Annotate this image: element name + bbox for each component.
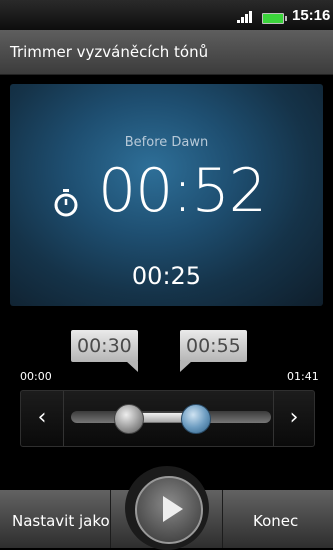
- status-bar: 15:16: [0, 0, 333, 30]
- battery-icon: [262, 13, 287, 24]
- song-title: Before Dawn: [124, 135, 209, 150]
- range-min-label: 00:00: [20, 370, 52, 383]
- page-title: Trimmer vyzváněcích tónů: [10, 43, 209, 61]
- set-as-button[interactable]: Nastavit jako: [12, 512, 110, 530]
- end-handle[interactable]: [181, 404, 211, 434]
- current-time: 00:52: [98, 156, 267, 226]
- signal-bars-icon: [237, 9, 257, 23]
- trim-seekbar: ‹ ›: [20, 390, 315, 447]
- range-max-label: 01:41: [287, 370, 319, 383]
- end-marker[interactable]: 00:55: [180, 330, 247, 372]
- play-button-frame: [125, 466, 209, 550]
- status-clock: 15:16: [292, 7, 331, 24]
- player-panel: Before Dawn 00:52 00:25: [10, 84, 323, 306]
- stopwatch-icon: [54, 189, 78, 217]
- start-handle[interactable]: [114, 404, 144, 434]
- play-icon[interactable]: [135, 476, 203, 544]
- clip-length: 00:25: [131, 262, 202, 290]
- chevron-right-icon[interactable]: ›: [284, 404, 304, 432]
- end-button[interactable]: Konec: [253, 512, 298, 530]
- chevron-left-icon[interactable]: ‹: [32, 404, 52, 432]
- start-marker[interactable]: 00:30: [71, 330, 138, 372]
- title-bar: Trimmer vyzváněcích tónů: [0, 30, 333, 75]
